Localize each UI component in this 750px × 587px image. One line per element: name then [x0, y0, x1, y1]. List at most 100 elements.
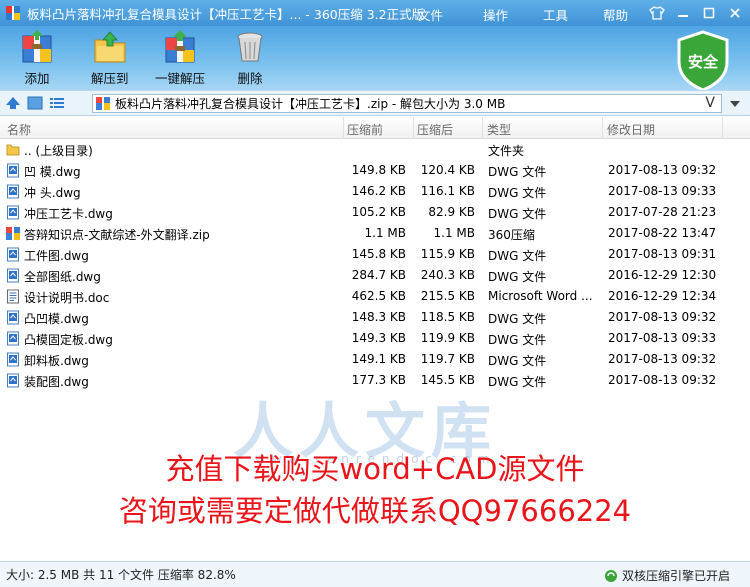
word-document-icon — [6, 289, 20, 304]
file-name: 全部图纸.dwg — [24, 270, 101, 284]
add-button[interactable]: 添加 — [19, 30, 55, 87]
file-compressed-size: 119.7 KB — [420, 352, 475, 366]
file-type: DWG 文件 — [488, 207, 547, 221]
status-bar: 大小: 2.5 MB 共 11 个文件 压缩率 82.8% 双核压缩引擎已开启 — [0, 561, 750, 587]
file-size: 148.3 KB — [351, 310, 406, 324]
toolbar: 添加 解压到 一键解压 删除 安全 — [0, 26, 750, 92]
file-date: 2017-07-28 21:23 — [608, 205, 717, 219]
file-compressed-size: 240.3 KB — [420, 268, 475, 282]
up-button[interactable] — [4, 95, 22, 111]
minimize-icon — [678, 15, 688, 17]
maximize-icon — [703, 7, 715, 19]
column-name[interactable]: 名称 — [7, 121, 31, 138]
window-title: 板料凸片落料冲孔复合模具设计【冲压工艺卡】... - 360压缩 3.2正式版 — [27, 6, 425, 22]
address-dropdown-button[interactable] — [726, 96, 744, 112]
dwg-file-icon — [6, 352, 20, 367]
column-type[interactable]: 类型 — [487, 121, 511, 138]
view-thumbnail-button[interactable] — [26, 95, 44, 111]
dual-core-status[interactable]: 双核压缩引擎已开启 — [604, 567, 730, 584]
column-date[interactable]: 修改日期 — [607, 121, 655, 138]
promo-line-1: 充值下载购买word+CAD源文件 — [165, 452, 585, 486]
column-divider[interactable] — [413, 117, 414, 139]
file-size: 462.5 KB — [351, 289, 406, 303]
file-type: DWG 文件 — [488, 270, 547, 284]
file-row[interactable]: 工件图.dwg 145.8 KB 115.9 KB DWG 文件 2017-08-13 … — [0, 244, 750, 265]
file-type: DWG 文件 — [488, 312, 547, 326]
dwg-file-icon — [6, 247, 20, 262]
file-type: 文件夹 — [488, 144, 525, 158]
file-compressed-size: 82.9 KB — [428, 205, 475, 219]
file-type: DWG 文件 — [488, 249, 547, 263]
skin-button[interactable] — [646, 4, 668, 22]
address-v-mark[interactable]: V — [705, 95, 715, 111]
address-bar: 板料凸片落料冲孔复合模具设计【冲压工艺卡】.zip - 解包大小为 3.0 MB… — [0, 90, 750, 116]
dwg-file-icon — [6, 268, 20, 283]
menu-bar: 文件 操作 工具 帮助 — [418, 5, 663, 24]
file-row[interactable]: 凸凹模.dwg 148.3 KB 118.5 KB DWG 文件 2017-08-13 … — [0, 307, 750, 328]
column-size[interactable]: 压缩前 — [347, 121, 383, 138]
dual-core-engine-icon — [604, 569, 617, 582]
maximize-button[interactable] — [698, 4, 720, 22]
column-divider[interactable] — [343, 117, 344, 139]
file-row[interactable]: 答辩知识点-文献综述-外文翻译.zip 1.1 MB 1.1 MB 360压缩 2017… — [0, 223, 750, 244]
file-date: 2016-12-29 12:34 — [608, 289, 717, 303]
file-row[interactable]: 装配图.dwg 177.3 KB 145.5 KB DWG 文件 2017-08-13 … — [0, 370, 750, 391]
zip-archive-icon — [96, 97, 110, 110]
file-size: 145.8 KB — [351, 247, 406, 261]
file-name: .. (上级目录) — [24, 144, 93, 158]
dwg-file-icon — [6, 205, 20, 220]
file-date: 2017-08-13 09:32 — [608, 163, 717, 177]
delete-button[interactable]: 删除 — [232, 30, 268, 87]
security-shield-icon[interactable]: 安全 — [676, 30, 730, 92]
file-date: 2017-08-22 13:47 — [608, 226, 717, 240]
file-type: DWG 文件 — [488, 375, 547, 389]
file-compressed-size: 115.9 KB — [420, 247, 475, 261]
folder-icon — [6, 142, 20, 157]
file-row[interactable]: 设计说明书.doc 462.5 KB 215.5 KB Microsoft Word … — [0, 286, 750, 307]
file-name: 凸凹模.dwg — [24, 312, 89, 326]
thumbnail-view-icon — [27, 96, 43, 110]
file-type: Microsoft Word ... — [488, 289, 593, 303]
zip-archive-icon — [6, 226, 20, 241]
app-logo-icon — [6, 6, 20, 20]
file-row[interactable]: 凸模固定板.dwg 149.3 KB 119.9 KB DWG 文件 2017-08-1… — [0, 328, 750, 349]
add-label: 添加 — [24, 71, 50, 86]
column-divider[interactable] — [482, 117, 483, 139]
menu-file[interactable]: 文件 — [418, 5, 443, 24]
oneclick-extract-icon — [165, 30, 195, 63]
file-compressed-size: 215.5 KB — [420, 289, 475, 303]
chevron-down-icon — [730, 101, 740, 107]
address-field[interactable]: 板料凸片落料冲孔复合模具设计【冲压工艺卡】.zip - 解包大小为 3.0 MB… — [92, 94, 722, 113]
oneclick-extract-button[interactable]: 一键解压 — [155, 30, 205, 87]
file-date: 2017-08-13 09:31 — [608, 247, 717, 261]
file-row[interactable]: 凹 模.dwg 149.8 KB 120.4 KB DWG 文件 2017-08-13 … — [0, 160, 750, 181]
oneclick-extract-label: 一键解压 — [155, 71, 206, 86]
delete-label: 删除 — [237, 71, 263, 86]
address-text: 板料凸片落料冲孔复合模具设计【冲压工艺卡】.zip - 解包大小为 3.0 MB — [115, 97, 506, 111]
file-name: 工件图.dwg — [24, 249, 89, 263]
file-row[interactable]: 全部图纸.dwg 284.7 KB 240.3 KB DWG 文件 2016-12-29… — [0, 265, 750, 286]
column-divider[interactable] — [722, 117, 723, 139]
menu-help[interactable]: 帮助 — [603, 5, 628, 24]
file-size: 284.7 KB — [351, 268, 406, 282]
menu-operate[interactable]: 操作 — [483, 5, 508, 24]
file-row[interactable]: 卸料板.dwg 149.1 KB 119.7 KB DWG 文件 2017-08-13 … — [0, 349, 750, 370]
file-row[interactable]: 冲 头.dwg 146.2 KB 116.1 KB DWG 文件 2017-08-13 … — [0, 181, 750, 202]
trash-can-icon — [237, 32, 263, 62]
minimize-button[interactable] — [672, 4, 694, 22]
file-compressed-size: 116.1 KB — [420, 184, 475, 198]
menu-tools[interactable]: 工具 — [543, 5, 568, 24]
column-header: 名称 压缩前 压缩后 类型 修改日期 — [0, 117, 750, 139]
file-name: 凸模固定板.dwg — [24, 333, 113, 347]
column-divider[interactable] — [602, 117, 603, 139]
dwg-file-icon — [6, 331, 20, 346]
file-name: 答辩知识点-文献综述-外文翻译.zip — [24, 228, 210, 242]
view-list-button[interactable] — [48, 95, 66, 111]
file-row[interactable]: .. (上级目录) 文件夹 — [0, 139, 750, 160]
close-button[interactable] — [724, 4, 746, 22]
column-compressed-size[interactable]: 压缩后 — [417, 121, 453, 138]
file-row[interactable]: 冲压工艺卡.dwg 105.2 KB 82.9 KB DWG 文件 2017-07-28… — [0, 202, 750, 223]
file-type: DWG 文件 — [488, 165, 547, 179]
extract-to-button[interactable]: 解压到 — [91, 30, 129, 87]
file-compressed-size: 118.5 KB — [420, 310, 475, 324]
